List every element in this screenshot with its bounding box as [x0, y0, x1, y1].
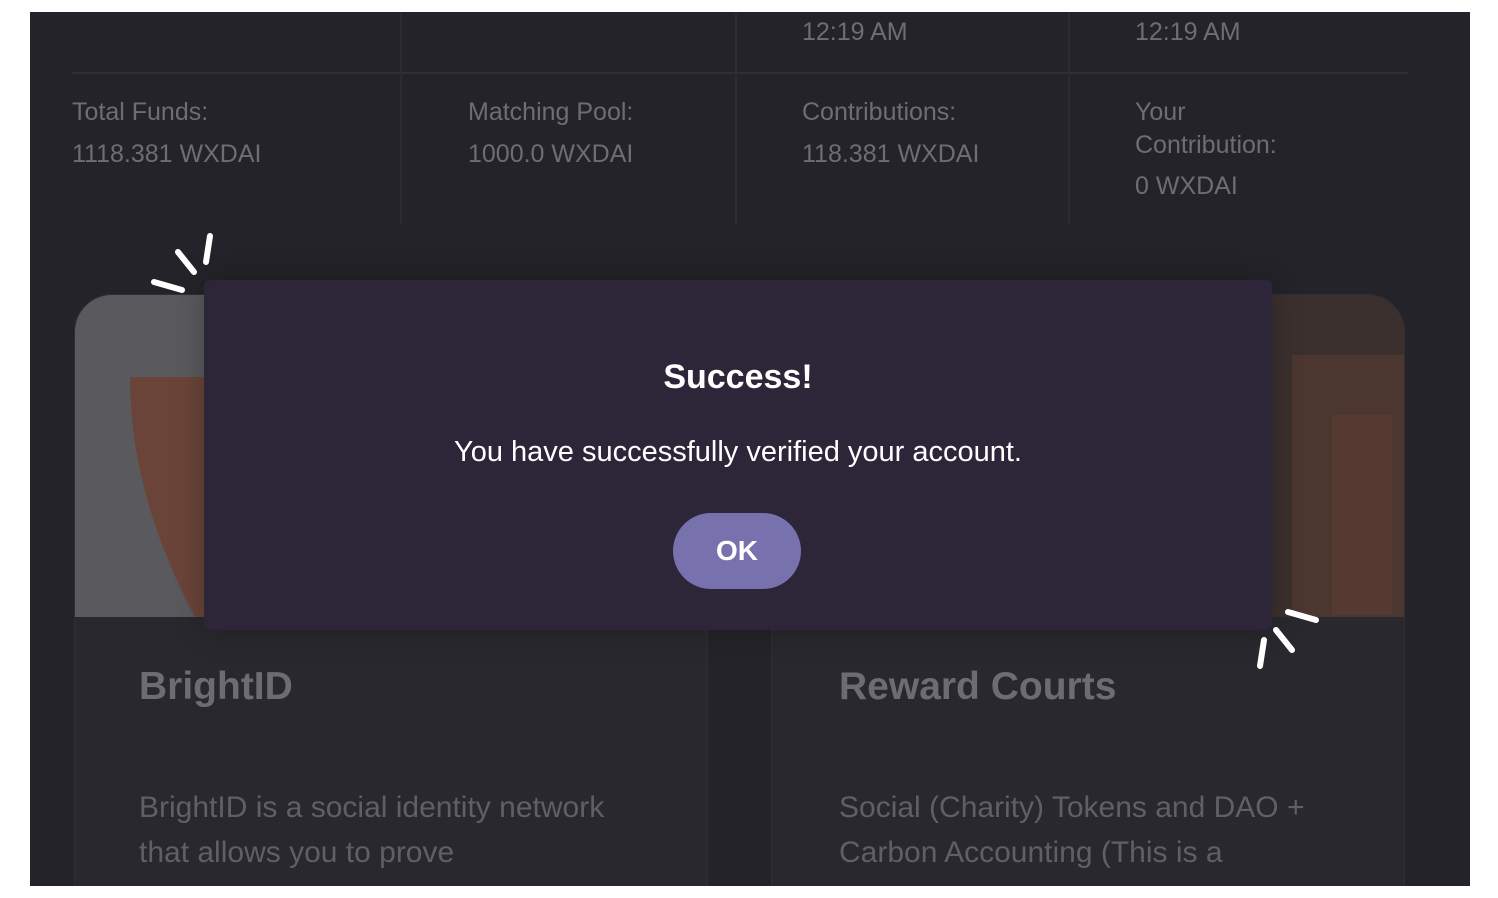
sparkle-icon: [151, 233, 213, 293]
stats-divider: [72, 72, 1408, 74]
project-title: Reward Courts: [839, 665, 1117, 708]
matching-pool-label: Matching Pool:: [468, 98, 634, 126]
your-contribution-label: Your Contribution:: [1135, 96, 1277, 162]
start-time: 12:19 AM: [802, 18, 908, 46]
sparkle-icon: [1257, 609, 1319, 669]
your-contribution-label-line2: Contribution:: [1135, 131, 1277, 159]
matching-pool-value: 1000.0 WXDAI: [468, 140, 634, 168]
ok-button[interactable]: OK: [673, 513, 801, 589]
contributions-value: 118.381 WXDAI: [802, 140, 980, 168]
modal-message: You have successfully verified your acco…: [454, 436, 1022, 468]
your-contribution-value: 0 WXDAI: [1135, 172, 1238, 200]
modal-title: Success!: [663, 358, 813, 396]
contributions-label: Contributions:: [802, 98, 957, 126]
project-title: BrightID: [139, 665, 293, 708]
stats-column-divider: [1068, 12, 1070, 224]
app-frame: 12:19 AM 12:19 AM Total Funds: 1118.381 …: [30, 12, 1470, 886]
total-funds-label: Total Funds:: [72, 98, 209, 126]
stats-column-divider: [735, 12, 737, 224]
total-funds-value: 1118.381 WXDAI: [72, 140, 262, 168]
project-description: BrightID is a social identity network th…: [139, 791, 605, 869]
end-time: 12:19 AM: [1135, 18, 1241, 46]
your-contribution-label-line1: Your: [1135, 98, 1186, 126]
success-modal: Success! You have successfully verified …: [204, 280, 1272, 630]
project-description: Social (Charity) Tokens and DAO + Carbon…: [839, 791, 1305, 869]
stats-column-divider: [400, 12, 402, 224]
